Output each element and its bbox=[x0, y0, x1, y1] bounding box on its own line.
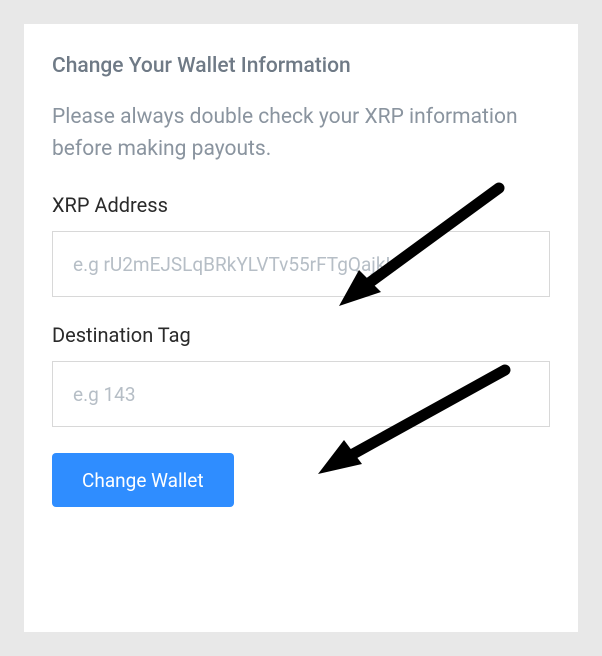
xrp-address-label: XRP Address bbox=[52, 193, 550, 217]
destination-tag-group: Destination Tag bbox=[52, 323, 550, 427]
card-title: Change Your Wallet Information bbox=[52, 54, 550, 78]
destination-tag-input[interactable] bbox=[52, 361, 550, 427]
change-wallet-button[interactable]: Change Wallet bbox=[52, 453, 234, 507]
card-description: Please always double check your XRP info… bbox=[52, 102, 550, 165]
destination-tag-label: Destination Tag bbox=[52, 323, 550, 347]
xrp-address-input[interactable] bbox=[52, 231, 550, 297]
wallet-settings-card: Change Your Wallet Information Please al… bbox=[24, 24, 578, 632]
xrp-address-group: XRP Address bbox=[52, 193, 550, 297]
